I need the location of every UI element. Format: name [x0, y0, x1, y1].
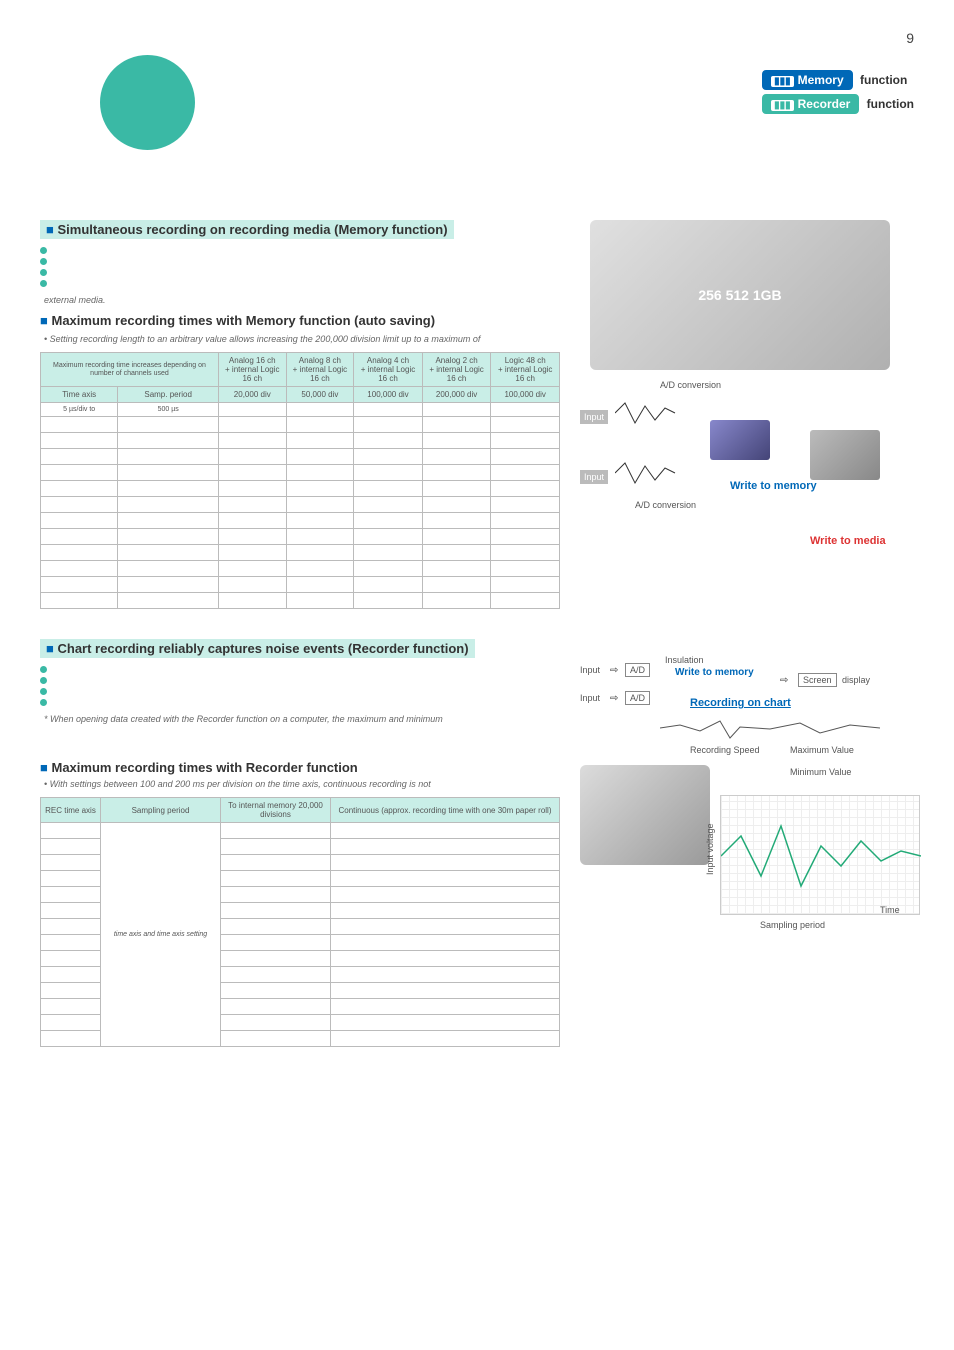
recorder-table: REC time axis Sampling period To interna… — [40, 797, 560, 1047]
memory-recording-table: Maximum recording time increases dependi… — [40, 352, 560, 609]
recorder-flow-diagram: Input ⇨ A/D Insulation Write to memory ⇨… — [580, 645, 900, 945]
cf-cards-image — [590, 220, 890, 370]
page-number: 9 — [906, 30, 914, 46]
section-title-chart-rec: ■ Chart recording reliably captures nois… — [40, 639, 475, 658]
section-title-max-mem: ■ Maximum recording times with Memory fu… — [40, 313, 560, 328]
note-setting: • Setting recording length to an arbitra… — [44, 334, 560, 344]
table-corner-label: Maximum recording time increases dependi… — [41, 353, 219, 387]
memory-flow-diagram: A/D conversion Input Input A/D conversio… — [580, 380, 890, 560]
function-word-2: function — [867, 97, 914, 111]
bullets-section3 — [40, 664, 560, 708]
chart-strip — [720, 795, 920, 915]
bullets-section1 — [40, 245, 560, 289]
section-title-simultaneous: ■ Simultaneous recording on recording me… — [40, 220, 454, 239]
function-badges: ▮▮▮Memory function ▮▮▮Recorder function — [762, 70, 914, 118]
section-title-max-rec: ■ Maximum recording times with Recorder … — [40, 760, 560, 775]
corner-badge — [100, 55, 195, 150]
footnote-recorder: * When opening data created with the Rec… — [44, 714, 560, 724]
note-rec-settings: • With settings between 100 and 200 ms p… — [44, 779, 560, 789]
memory-pill: ▮▮▮Memory — [762, 70, 853, 90]
function-word: function — [860, 73, 907, 87]
recorder-pill: ▮▮▮Recorder — [762, 94, 859, 114]
note-external-media: external media. — [44, 295, 560, 305]
printer-image — [580, 765, 710, 865]
